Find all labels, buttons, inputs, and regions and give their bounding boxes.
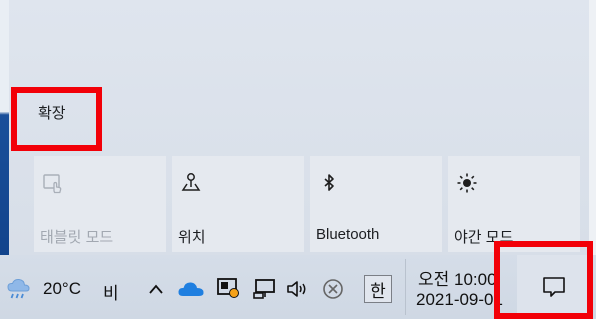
tablet-mode-icon — [40, 170, 66, 196]
tile-label-bluetooth: Bluetooth — [316, 226, 380, 243]
night-light-icon — [454, 170, 480, 196]
screen: 확장 태블릿 모드 위치 Bluetooth 야간 모드 20°C 비 한 오전… — [0, 0, 596, 319]
weather-temperature[interactable]: 20°C — [43, 279, 81, 299]
tray-divider — [405, 259, 406, 315]
tile-label-tablet-mode: 태블릿 모드 — [40, 229, 114, 246]
weather-condition[interactable]: 비 — [103, 279, 119, 304]
expand-link[interactable]: 확장 — [38, 102, 66, 123]
ime-mode-indicator[interactable]: 한 — [364, 275, 392, 303]
notification-button[interactable] — [517, 255, 591, 319]
rain-weather-icon[interactable] — [4, 273, 34, 303]
microphone-off-icon[interactable] — [319, 275, 347, 303]
location-icon — [178, 170, 204, 196]
volume-icon[interactable] — [285, 275, 311, 303]
network-icon[interactable] — [252, 275, 280, 303]
tile-label-night-light: 야간 모드 — [454, 229, 514, 246]
clock-time: 오전 10:00 — [418, 270, 497, 289]
desktop-edge-light — [0, 0, 9, 112]
security-icon[interactable] — [214, 274, 242, 302]
tile-label-location: 위치 — [178, 229, 206, 246]
bluetooth-icon — [316, 170, 342, 196]
tile-night-light[interactable]: 야간 모드 — [448, 156, 580, 252]
tile-bluetooth[interactable]: Bluetooth — [310, 156, 442, 252]
desktop-edge-right — [589, 0, 596, 255]
notification-icon — [542, 276, 566, 298]
tile-tablet-mode[interactable]: 태블릿 모드 — [34, 156, 166, 252]
taskbar: 20°C 비 한 오전 10:00 2021-09-01 — [0, 255, 596, 319]
clock-date: 2021-09-01 — [416, 290, 503, 309]
tile-location[interactable]: 위치 — [172, 156, 304, 252]
onedrive-cloud-icon[interactable] — [176, 277, 206, 301]
clock[interactable]: 오전 10:00 2021-09-01 — [416, 265, 512, 313]
chevron-up-icon[interactable] — [144, 275, 168, 303]
